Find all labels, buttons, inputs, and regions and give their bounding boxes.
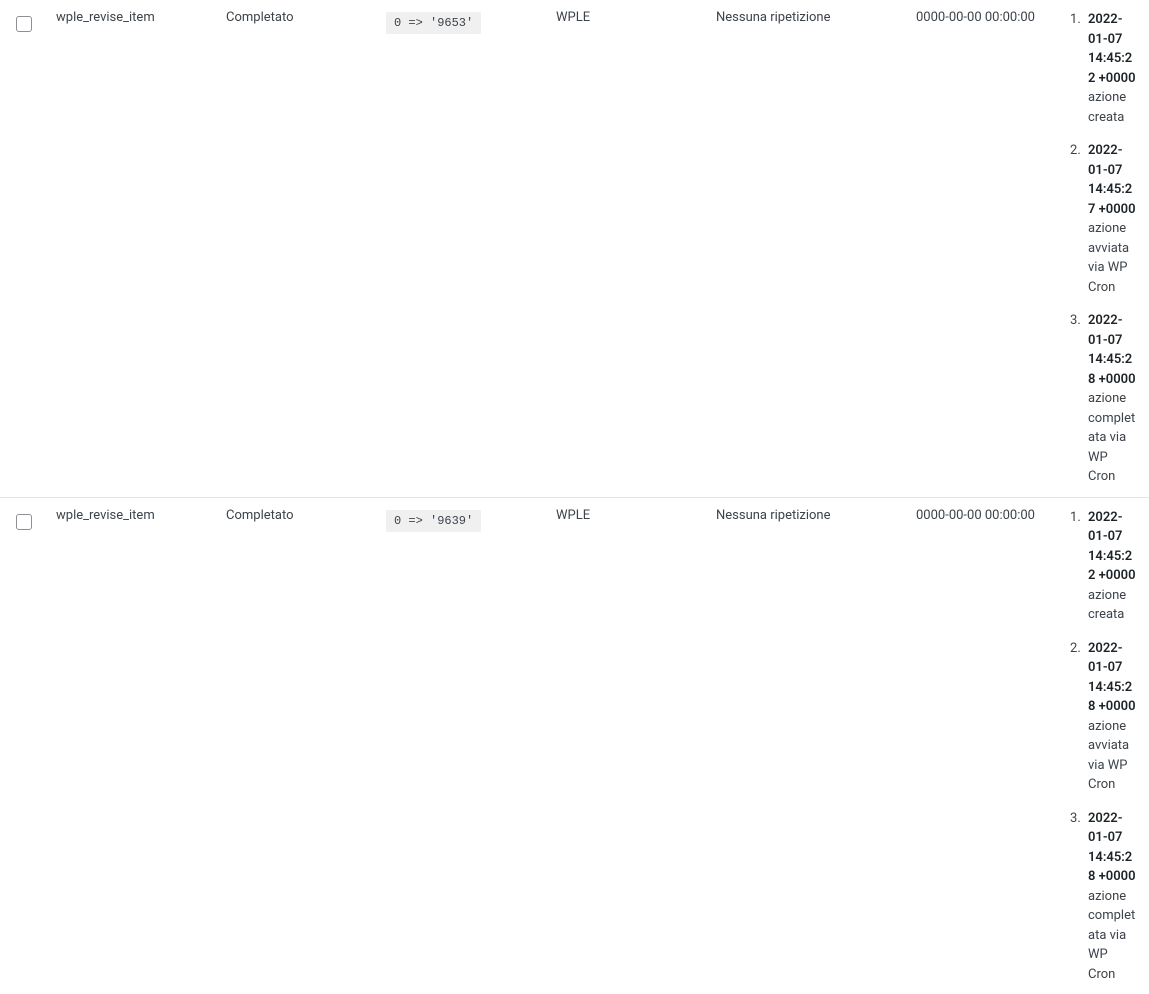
log-entry: 2022-01-07 14:45:22 +0000 azione creata	[1084, 10, 1137, 127]
log-entry: 2022-01-07 14:45:28 +0000 azione avviata…	[1084, 639, 1137, 795]
scheduled-cell: 0000-00-00 00:00:00	[916, 497, 1066, 994]
log-list: 2022-01-07 14:45:22 +0000 azione creata …	[1066, 508, 1137, 985]
log-message: azione completata via WP Cron	[1088, 887, 1137, 985]
log-entry: 2022-01-07 14:45:22 +0000 azione creata	[1084, 508, 1137, 625]
log-entry: 2022-01-07 14:45:28 +0000 azione complet…	[1084, 809, 1137, 985]
group-cell: WPLE	[556, 497, 716, 994]
log-timestamp: 2022-01-07 14:45:28 +0000	[1088, 811, 1136, 885]
log-entry: 2022-01-07 14:45:28 +0000 azione complet…	[1084, 311, 1137, 487]
log-message: azione avviata via WP Cron	[1088, 219, 1137, 297]
log-timestamp: 2022-01-07 14:45:22 +0000	[1088, 12, 1136, 86]
table-row: wple_revise_item Completato 0 => '9653' …	[0, 0, 1149, 497]
hook-cell: wple_revise_item	[56, 0, 226, 497]
group-cell: WPLE	[556, 0, 716, 497]
log-timestamp: 2022-01-07 14:45:22 +0000	[1088, 510, 1136, 584]
log-cell: 2022-01-07 14:45:22 +0000 azione creata …	[1066, 0, 1149, 497]
recurrence-cell: Nessuna ripetizione	[716, 497, 916, 994]
status-cell: Completato	[226, 0, 386, 497]
scheduled-cell: 0000-00-00 00:00:00	[916, 0, 1066, 497]
log-timestamp: 2022-01-07 14:45:28 +0000	[1088, 641, 1136, 715]
log-timestamp: 2022-01-07 14:45:28 +0000	[1088, 313, 1136, 387]
log-list: 2022-01-07 14:45:22 +0000 azione creata …	[1066, 10, 1137, 487]
row-select-checkbox[interactable]	[16, 16, 32, 32]
args-code: 0 => '9653'	[386, 12, 481, 34]
args-code: 0 => '9639'	[386, 510, 481, 532]
log-message: azione completata via WP Cron	[1088, 389, 1137, 487]
log-message: azione creata	[1088, 88, 1137, 127]
hook-cell: wple_revise_item	[56, 497, 226, 994]
recurrence-cell: Nessuna ripetizione	[716, 0, 916, 497]
scheduled-actions-table: wple_revise_item Completato 0 => '9653' …	[0, 0, 1149, 994]
log-entry: 2022-01-07 14:45:27 +0000 azione avviata…	[1084, 141, 1137, 297]
args-cell: 0 => '9639'	[386, 497, 556, 994]
log-cell: 2022-01-07 14:45:22 +0000 azione creata …	[1066, 497, 1149, 994]
log-message: azione avviata via WP Cron	[1088, 717, 1137, 795]
row-select-checkbox[interactable]	[16, 514, 32, 530]
status-cell: Completato	[226, 497, 386, 994]
table-row: wple_revise_item Completato 0 => '9639' …	[0, 497, 1149, 994]
log-timestamp: 2022-01-07 14:45:27 +0000	[1088, 143, 1136, 217]
args-cell: 0 => '9653'	[386, 0, 556, 497]
log-message: azione creata	[1088, 586, 1137, 625]
